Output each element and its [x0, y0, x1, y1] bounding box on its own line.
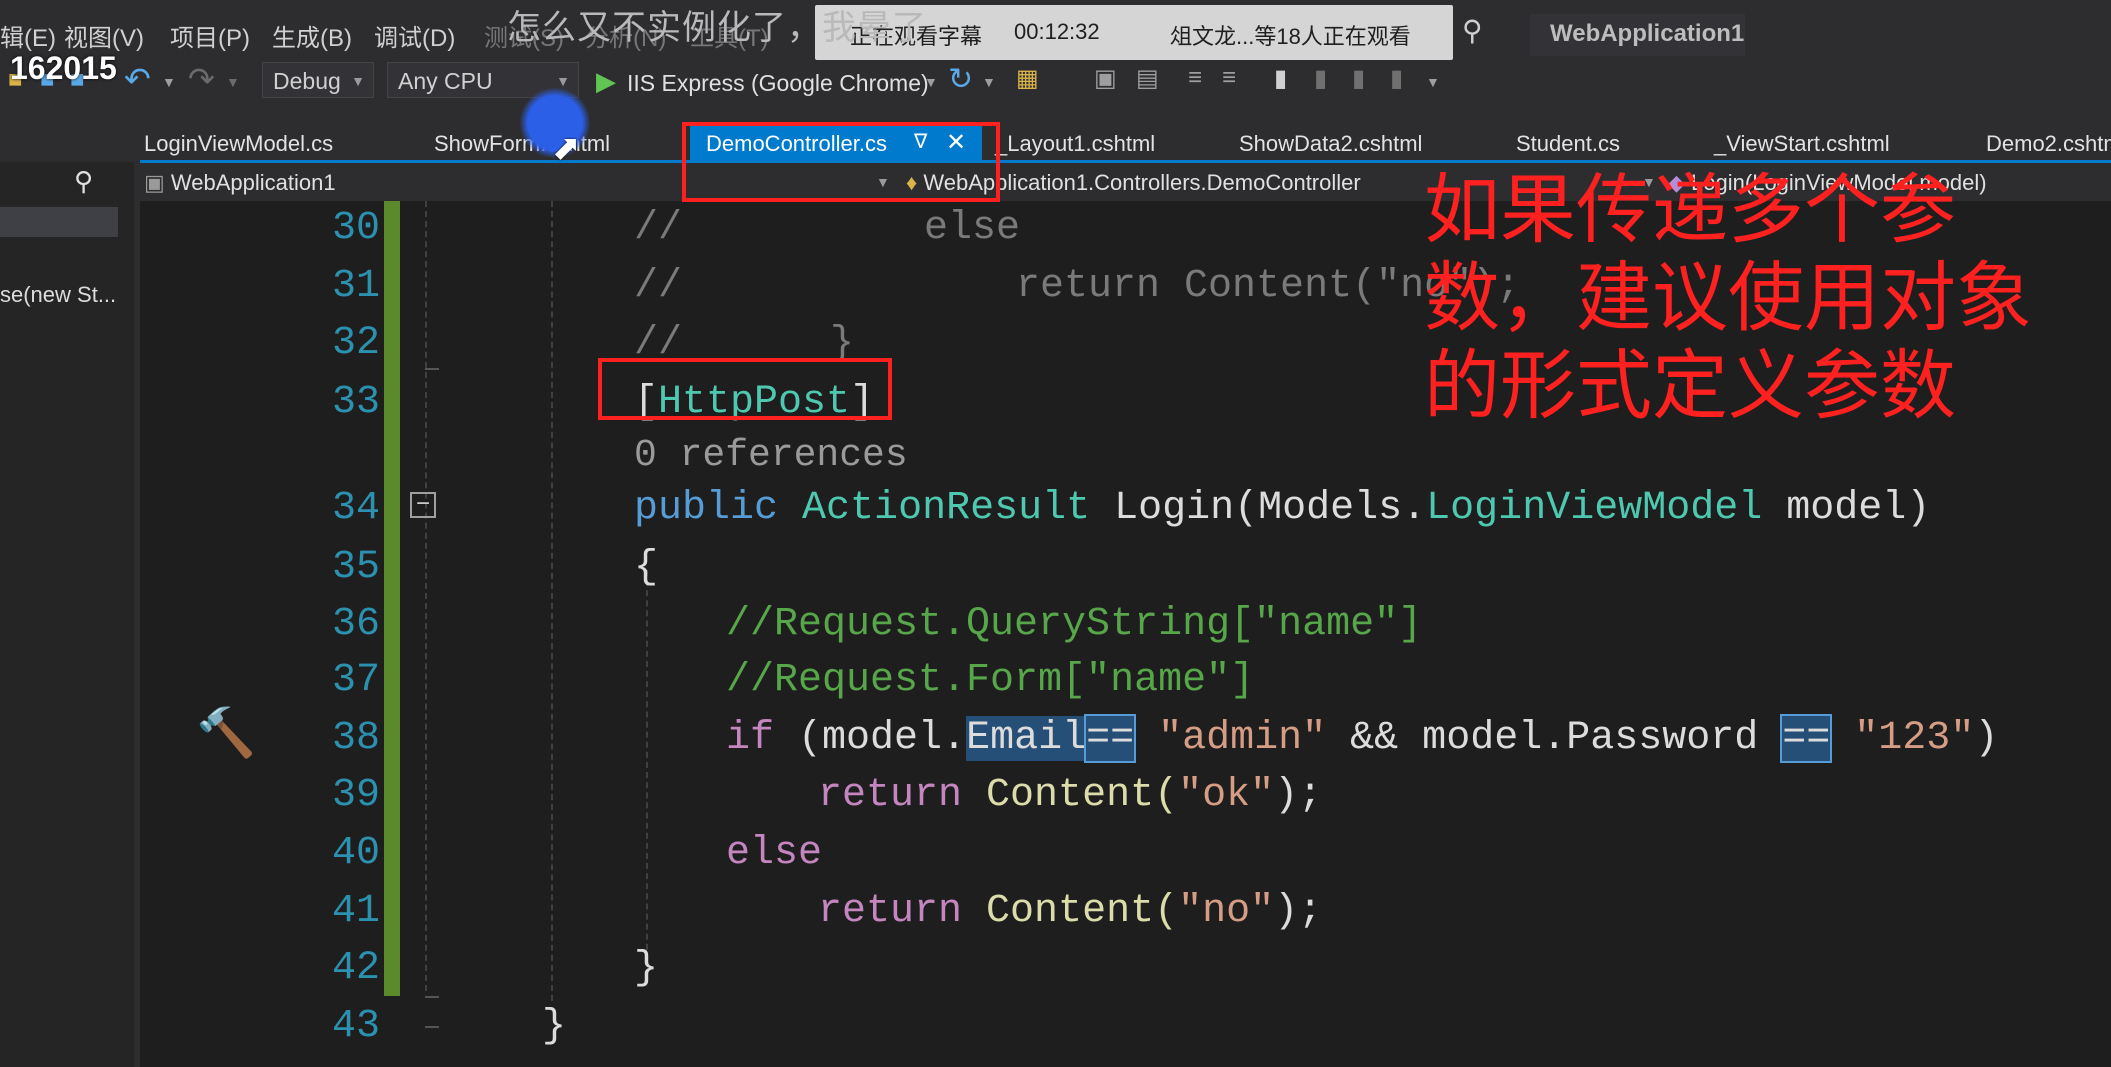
code-line-43: } — [542, 1004, 567, 1049]
tab-viewstart[interactable]: _ViewStart.cshtml — [1714, 131, 1890, 157]
code-line-38: if (model.Email== "admin" && model.Passw… — [726, 714, 1999, 763]
outline-tick — [425, 1026, 439, 1028]
solution-explorer-icon[interactable]: ▣ — [1094, 64, 1117, 93]
annotation-box-httppost — [598, 358, 892, 420]
menu-debug[interactable]: 调试(D) — [374, 18, 455, 53]
code-line-35: { — [634, 545, 659, 590]
comment-icon[interactable]: ≡ — [1188, 64, 1202, 92]
line-number: 37 — [331, 658, 380, 703]
code-line-40: else — [726, 831, 823, 876]
live-banner-time: 00:12:32 — [1014, 19, 1100, 44]
line-number: 30 — [331, 206, 380, 251]
redo-dropdown-icon[interactable]: ▼ — [226, 74, 240, 90]
tab-student[interactable]: Student.cs — [1516, 131, 1620, 157]
redo-icon[interactable]: ↷ — [188, 60, 215, 98]
code-line-31: //return Content("no"); — [634, 264, 1521, 309]
search-icon[interactable]: ⚲ — [74, 166, 93, 197]
code-line-36: //Request.QueryString["name"] — [726, 602, 1423, 647]
solution-title: WebApplication1 — [1550, 20, 1745, 47]
bookmark-icon[interactable]: ▮ — [1274, 64, 1287, 93]
mouse-pointer-icon: ⬈ — [552, 129, 581, 167]
outline-tick — [425, 368, 439, 370]
line-number: 34 — [331, 486, 380, 531]
live-banner-viewers: 俎文龙...等18人正在观看 — [1170, 24, 1411, 49]
solution-configuration-value: Debug — [273, 68, 341, 94]
line-number: 33 — [331, 380, 380, 425]
indent-guide — [551, 201, 553, 1001]
menu-project[interactable]: 项目(P) — [170, 18, 250, 53]
solution-explorer-panel — [0, 126, 134, 1067]
next-bookmark-icon[interactable]: ▮ — [1352, 64, 1365, 93]
code-line-41: return Content("no"); — [818, 889, 1323, 934]
menu-build[interactable]: 生成(B) — [272, 18, 352, 53]
line-number: 42 — [331, 946, 380, 991]
solution-configuration-dropdown[interactable]: Debug ▼ — [262, 62, 374, 98]
outline-guide — [425, 201, 427, 991]
project-dropdown-value: WebApplication1 — [170, 170, 336, 195]
tab-layout1[interactable]: _Layout1.cshtml — [995, 131, 1155, 157]
clear-bookmarks-icon[interactable]: ▮ — [1390, 64, 1403, 93]
solution-platform-value: Any CPU — [398, 68, 493, 94]
line-number: 39 — [331, 773, 380, 818]
hammer-icon[interactable]: 🔨 — [196, 704, 256, 761]
line-number: 43 — [331, 1004, 380, 1049]
toolbar-overflow-icon[interactable]: ▼ — [1426, 74, 1440, 90]
undo-icon[interactable]: ↶ — [124, 60, 151, 98]
menu-edit[interactable]: 辑(E) — [0, 18, 56, 53]
code-line-37: //Request.Form["name"] — [726, 658, 1255, 703]
line-number: 36 — [331, 602, 380, 647]
properties-icon[interactable]: ▤ — [1136, 64, 1159, 93]
video-counter: 162015 — [10, 50, 117, 86]
chevron-down-icon: ▼ — [351, 73, 365, 89]
line-number: 41 — [331, 889, 380, 934]
collapse-outline-button[interactable]: − — [410, 492, 436, 518]
codelens-references[interactable]: 0 references — [634, 434, 908, 477]
undo-dropdown-icon[interactable]: ▼ — [162, 74, 176, 90]
panel-search-input[interactable] — [0, 207, 118, 237]
code-line-34: public ActionResult Login(Models.LoginVi… — [634, 486, 1931, 531]
tab-showdata2[interactable]: ShowData2.cshtml — [1239, 131, 1422, 157]
uncomment-icon[interactable]: ≡ — [1222, 64, 1236, 92]
line-number: 31 — [331, 264, 380, 309]
tab-loginviewmodel[interactable]: LoginViewModel.cs — [144, 131, 333, 157]
start-debugging-icon[interactable]: ▶ — [596, 66, 616, 97]
line-number: 40 — [331, 831, 380, 876]
code-line-39: return Content("ok"); — [818, 773, 1323, 818]
prev-bookmark-icon[interactable]: ▮ — [1314, 64, 1327, 93]
indent-guide — [646, 570, 648, 960]
line-number: 38 — [331, 716, 380, 761]
line-number: 35 — [331, 545, 380, 590]
browser-link-icon[interactable]: ▦ — [1016, 64, 1039, 93]
panel-code-snippet: se(new St... — [0, 282, 117, 307]
menu-view[interactable]: 视图(V) — [64, 18, 144, 53]
code-line-30: //else — [634, 206, 1021, 251]
line-number: 32 — [331, 321, 380, 366]
refresh-dropdown-icon[interactable]: ▼ — [982, 74, 996, 90]
tab-demo2[interactable]: Demo2.cshtml — [1986, 131, 2111, 157]
search-icon[interactable]: ⚲ — [1462, 14, 1483, 47]
annotation-box-tab — [682, 122, 1000, 202]
start-debugging-button[interactable]: IIS Express (Google Chrome) — [627, 70, 929, 97]
video-subtitle: 怎么又不实例化了，我晕了 — [507, 9, 927, 47]
annotation-text: 如果传递多个参数，建议使用对象的形式定义参数 — [1424, 165, 2032, 430]
run-target-dropdown-icon[interactable]: ▼ — [924, 74, 938, 90]
code-line-42: } — [634, 946, 659, 991]
change-tracking-bar — [384, 201, 400, 996]
project-icon: ▣ — [144, 170, 165, 195]
outline-tick — [425, 996, 439, 998]
browser-refresh-icon[interactable]: ↻ — [948, 62, 973, 97]
